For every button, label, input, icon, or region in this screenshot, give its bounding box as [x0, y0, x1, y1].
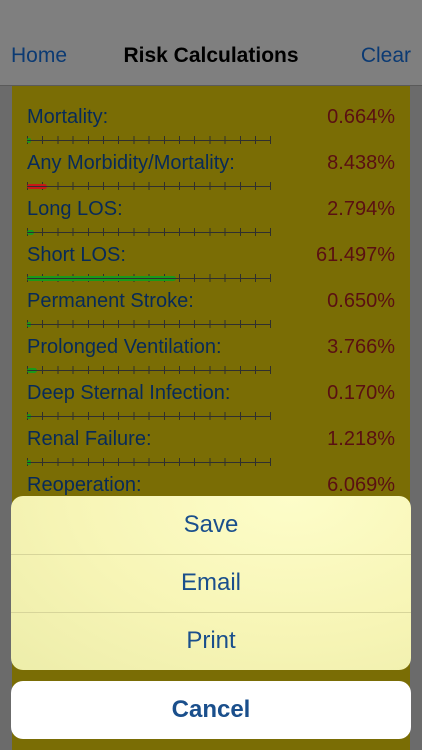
risk-bar-fill — [27, 322, 31, 327]
email-button[interactable]: Email — [11, 554, 411, 612]
risk-bar-fill — [27, 184, 47, 189]
risk-bar — [27, 274, 271, 282]
risk-label: Any Morbidity/Mortality: — [27, 152, 235, 174]
risk-value: 61.497% — [316, 244, 395, 266]
risk-row-any-morbidity: Any Morbidity/Mortality: 8.438% — [27, 152, 395, 196]
risk-bar — [27, 458, 271, 466]
action-sheet: Save Email Print — [11, 496, 411, 670]
risk-value: 2.794% — [327, 198, 395, 220]
risk-label: Renal Failure: — [27, 428, 152, 450]
risk-bar — [27, 412, 271, 420]
risk-label: Long LOS: — [27, 198, 123, 220]
risk-label: Mortality: — [27, 106, 109, 128]
risk-label: Prolonged Ventilation: — [27, 336, 222, 358]
risk-value: 1.218% — [327, 428, 395, 450]
risk-bar — [27, 136, 271, 144]
risk-bar — [27, 182, 271, 190]
risk-label: Permanent Stroke: — [27, 290, 194, 312]
risk-value: 0.170% — [327, 382, 395, 404]
print-button[interactable]: Print — [11, 612, 411, 670]
risk-bar-fill — [27, 460, 31, 465]
page-title: Risk Calculations — [123, 44, 299, 67]
risk-row-mortality: Mortality: 0.664% — [27, 106, 395, 150]
risk-bar-fill — [27, 368, 37, 373]
risk-row-permanent-stroke: Permanent Stroke: 0.650% — [27, 290, 395, 334]
risk-bar-fill — [27, 276, 176, 281]
risk-label: Reoperation: — [27, 474, 142, 496]
risk-bar — [27, 228, 271, 236]
risk-bar — [27, 366, 271, 374]
risk-bar-fill — [27, 414, 31, 419]
risk-bar-fill — [27, 138, 31, 143]
risk-row-prolonged-ventilation: Prolonged Ventilation: 3.766% — [27, 336, 395, 380]
clear-button[interactable]: Clear — [361, 44, 411, 68]
risk-value: 8.438% — [327, 152, 395, 174]
cancel-button[interactable]: Cancel — [11, 681, 411, 739]
risk-value: 0.664% — [327, 106, 395, 128]
risk-value: 6.069% — [327, 474, 395, 496]
risk-value: 0.650% — [327, 290, 395, 312]
risk-value: 3.766% — [327, 336, 395, 358]
risk-row-short-los: Short LOS: 61.497% — [27, 244, 395, 288]
risk-label: Deep Sternal Infection: — [27, 382, 231, 404]
navigation-bar: Home Risk Calculations Clear — [0, 0, 422, 86]
risk-label: Short LOS: — [27, 244, 126, 266]
risk-bar-fill — [27, 230, 34, 235]
risk-row-renal-failure: Renal Failure: 1.218% — [27, 428, 395, 472]
risk-row-deep-sternal-infection: Deep Sternal Infection: 0.170% — [27, 382, 395, 426]
save-button[interactable]: Save — [11, 496, 411, 554]
risk-row-long-los: Long LOS: 2.794% — [27, 198, 395, 242]
risk-bar — [27, 320, 271, 328]
